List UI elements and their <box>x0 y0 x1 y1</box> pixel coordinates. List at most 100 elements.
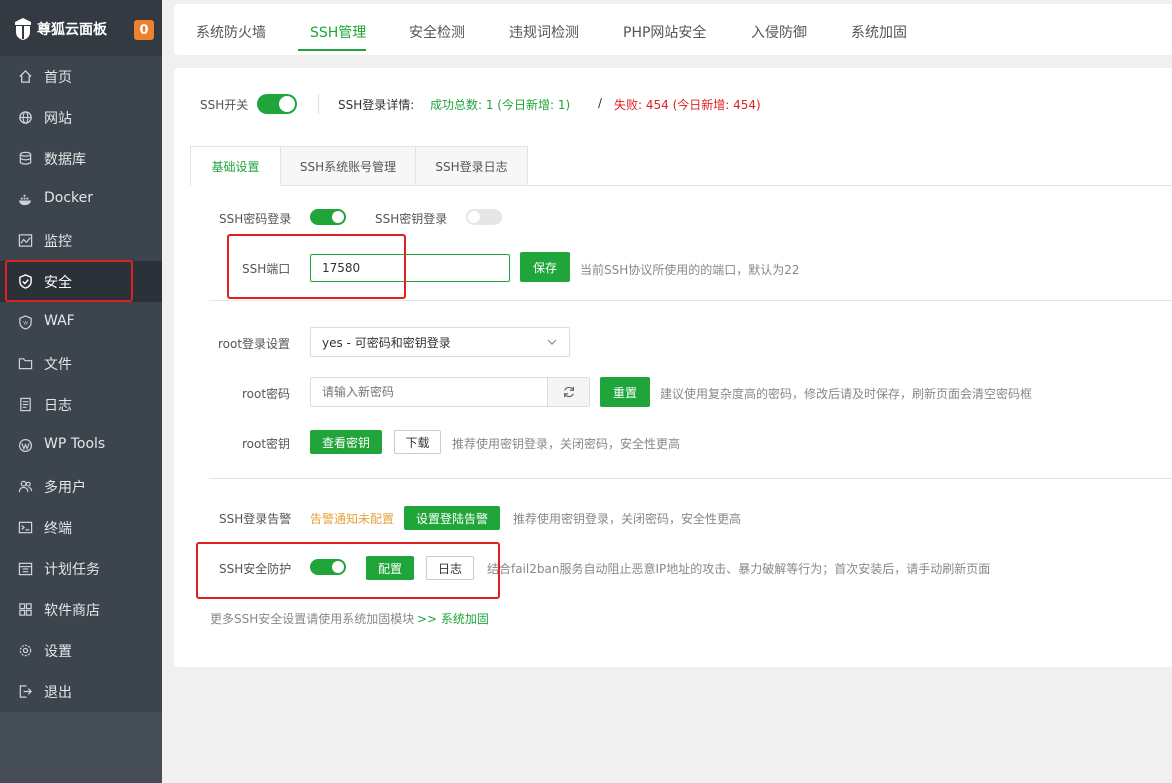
tab-intrusion-defense[interactable]: 入侵防御 <box>751 22 807 42</box>
sidebar-item-website[interactable]: 网站 <box>0 97 162 138</box>
tab-word-check[interactable]: 违规词检测 <box>509 22 579 42</box>
ssh-port-hint: 当前SSH协议所使用的的端口，默认为22 <box>580 263 800 277</box>
sidebar-item-label: 数据库 <box>44 152 86 168</box>
pwd-login-label: SSH密码登录 <box>219 212 292 226</box>
sidebar-item-cron[interactable]: 计划任务 <box>0 548 162 589</box>
users-icon <box>18 480 33 493</box>
apps-icon <box>19 603 32 616</box>
svg-text:W: W <box>23 320 28 326</box>
section-divider <box>209 300 1172 301</box>
root-login-select-value: yes - 可密码和密钥登录 <box>322 335 451 350</box>
download-key-button[interactable]: 下载 <box>394 430 441 454</box>
tab-system-hardening[interactable]: 系统加固 <box>851 22 907 42</box>
reset-password-button[interactable]: 重置 <box>600 377 650 407</box>
tab-php-security[interactable]: PHP网站安全 <box>623 22 706 42</box>
sidebar-footer <box>0 712 162 783</box>
root-pwd-input[interactable] <box>310 377 548 407</box>
ssh-count-separator: / <box>598 96 603 110</box>
set-alarm-button[interactable]: 设置登陆告警 <box>404 506 500 530</box>
alarm-status: 告警通知未配置 <box>310 512 395 526</box>
ssh-login-detail-label: SSH登录详情: <box>338 98 415 112</box>
sidebar: 尊狐云面板 0 首页 网站 数据库 Docker 监控 安全 W WAF 文件 … <box>0 0 162 783</box>
calendar-icon <box>18 562 33 576</box>
sidebar-item-label: 计划任务 <box>44 562 100 578</box>
gear-icon <box>19 644 32 657</box>
ssh-switch-toggle[interactable] <box>257 94 297 114</box>
sidebar-item-label: WP Tools <box>44 436 106 452</box>
top-tab-bar: 系统防火墙 SSH管理 安全检测 违规词检测 PHP网站安全 入侵防御 系统加固 <box>174 4 1172 55</box>
root-key-label: root密钥 <box>242 437 291 451</box>
logout-icon <box>19 685 32 698</box>
inner-tab-accounts[interactable]: SSH系统账号管理 <box>280 146 416 186</box>
sidebar-item-home[interactable]: 首页 <box>0 56 162 97</box>
ssh-port-input[interactable]: 17580 <box>310 254 510 282</box>
inner-tab-login-log[interactable]: SSH登录日志 <box>415 146 528 186</box>
sidebar-item-label: 软件商店 <box>44 603 100 619</box>
active-tab-indicator <box>298 49 366 51</box>
sidebar-item-settings[interactable]: 设置 <box>0 630 162 671</box>
sidebar-item-docker[interactable]: Docker <box>0 179 162 220</box>
app-logo-bar: 尊狐云面板 0 <box>0 0 162 56</box>
ssh-protect-hint: 结合fail2ban服务自动阻止恶意IP地址的攻击、暴力破解等行为；首次安装后，… <box>487 562 991 576</box>
sidebar-item-files[interactable]: 文件 <box>0 343 162 384</box>
root-login-label: root登录设置 <box>218 337 291 351</box>
root-pwd-label: root密码 <box>242 387 291 401</box>
root-key-hint: 推荐使用密钥登录，关闭密码，安全性更高 <box>452 437 681 451</box>
sidebar-item-label: 监控 <box>44 234 72 250</box>
sidebar-item-app-store[interactable]: 软件商店 <box>0 589 162 630</box>
ssh-protect-config-button[interactable]: 配置 <box>366 556 414 580</box>
system-hardening-link[interactable]: >> 系统加固 <box>417 610 489 627</box>
sidebar-item-label: 多用户 <box>44 480 86 496</box>
view-key-button[interactable]: 查看密钥 <box>310 430 382 454</box>
root-pwd-hint: 建议使用复杂度高的密码，修改后请及时保存，刷新页面会清空密码框 <box>660 387 1033 401</box>
save-port-button[interactable]: 保存 <box>520 252 570 282</box>
section-divider <box>209 478 1172 479</box>
ssh-switch-label: SSH开关 <box>200 98 249 112</box>
sidebar-item-logout[interactable]: 退出 <box>0 671 162 712</box>
pwd-login-toggle[interactable] <box>310 209 346 225</box>
sidebar-item-multi-user[interactable]: 多用户 <box>0 466 162 507</box>
sidebar-item-label: 首页 <box>44 70 72 86</box>
sidebar-item-monitor[interactable]: 监控 <box>0 220 162 261</box>
ssh-protect-log-button[interactable]: 日志 <box>426 556 474 580</box>
sidebar-item-label: 日志 <box>44 398 72 414</box>
sidebar-item-logs[interactable]: 日志 <box>0 384 162 425</box>
home-icon <box>19 69 32 83</box>
globe-icon <box>19 111 32 124</box>
sidebar-item-security[interactable]: 安全 <box>0 261 162 302</box>
chevron-down-icon <box>547 339 557 345</box>
shield-icon <box>19 274 32 289</box>
refresh-icon <box>563 386 574 398</box>
alarm-hint: 推荐使用密钥登录，关闭密码，安全性更高 <box>513 512 742 526</box>
key-login-toggle[interactable] <box>466 209 502 225</box>
sidebar-item-wp-tools[interactable]: WP Tools <box>0 425 162 466</box>
folder-icon <box>18 358 33 370</box>
sidebar-item-label: 安全 <box>44 275 72 291</box>
root-login-select[interactable]: yes - 可密码和密钥登录 <box>310 327 570 357</box>
tab-ssh[interactable]: SSH管理 <box>310 22 366 42</box>
sidebar-item-terminal[interactable]: 终端 <box>0 507 162 548</box>
tab-firewall[interactable]: 系统防火墙 <box>196 22 266 42</box>
docker-icon <box>18 194 32 206</box>
sidebar-item-label: Docker <box>44 190 94 206</box>
more-settings-text: 更多SSH安全设置请使用系统加固模块 <box>210 612 415 626</box>
key-login-label: SSH密钥登录 <box>375 212 448 226</box>
sidebar-item-label: 网站 <box>44 111 72 127</box>
generate-password-button[interactable] <box>547 377 590 407</box>
database-icon <box>19 151 32 165</box>
sidebar-item-database[interactable]: 数据库 <box>0 138 162 179</box>
log-icon <box>20 397 31 412</box>
waf-icon: W <box>19 315 32 330</box>
sidebar-item-label: 退出 <box>44 685 72 701</box>
sidebar-item-waf[interactable]: W WAF <box>0 302 162 343</box>
fox-logo-icon <box>15 18 31 40</box>
sidebar-item-label: 文件 <box>44 357 72 373</box>
tab-security-check[interactable]: 安全检测 <box>409 22 465 42</box>
sidebar-item-label: WAF <box>44 313 75 329</box>
inner-tab-basic[interactable]: 基础设置 <box>190 146 281 186</box>
sidebar-item-label: 设置 <box>44 644 72 660</box>
ssh-protect-toggle[interactable] <box>310 559 346 575</box>
ssh-fail-count: 失败: 454 (今日新增: 454) <box>614 98 761 112</box>
notification-badge[interactable]: 0 <box>134 20 154 40</box>
ssh-protect-label: SSH安全防护 <box>219 562 292 576</box>
